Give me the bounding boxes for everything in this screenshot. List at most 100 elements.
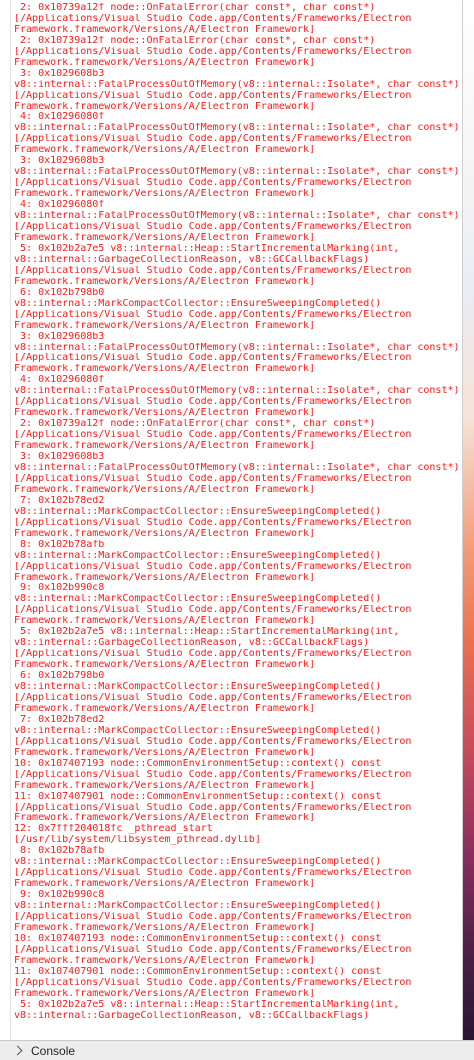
log-line: v8::internal::GarbageCollectionReason, v…: [14, 1010, 370, 1021]
log-line: 3: 0x1029608b3: [14, 156, 105, 167]
log-line: v8::internal::MarkCompactCollector::Ensu…: [14, 506, 382, 517]
log-line: [/Applications/Visual Studio Code.app/Co…: [14, 397, 412, 408]
log-line: [/Applications/Visual Studio Code.app/Co…: [14, 944, 412, 955]
log-line: 2: 0x10739a12f node::OnFatalError(char c…: [14, 419, 376, 430]
log-line: Framework.framework/Versions/A/Electron …: [14, 572, 316, 583]
log-line: 10: 0x107407193 node::CommonEnvironmentS…: [14, 933, 382, 944]
console-drawer-bar[interactable]: Console: [0, 1040, 474, 1060]
log-line: [/Applications/Visual Studio Code.app/Co…: [14, 649, 412, 660]
log-line: 8: 0x102b78afb: [14, 846, 105, 857]
log-line: 6: 0x102b798b0: [14, 671, 105, 682]
log-line: Framework.framework/Versions/A/Electron …: [14, 616, 316, 627]
log-line: [/Applications/Visual Studio Code.app/Co…: [14, 353, 412, 364]
log-line: v8::internal::MarkCompactCollector::Ensu…: [14, 901, 382, 912]
log-line: 9: 0x102b990c8: [14, 583, 105, 594]
log-line: Framework.framework/Versions/A/Electron …: [14, 276, 316, 287]
log-line: v8::internal::MarkCompactCollector::Ensu…: [14, 682, 382, 693]
log-line: v8::internal::MarkCompactCollector::Ensu…: [14, 550, 382, 561]
log-line: 4: 0x10296080f: [14, 375, 105, 386]
log-line: [/Applications/Visual Studio Code.app/Co…: [14, 13, 412, 24]
log-line: 10: 0x107407193 node::CommonEnvironmentS…: [14, 758, 382, 769]
log-line: [/Applications/Visual Studio Code.app/Co…: [14, 561, 412, 572]
log-line: [/Applications/Visual Studio Code.app/Co…: [14, 265, 412, 276]
log-line: Framework.framework/Versions/A/Electron …: [14, 24, 316, 35]
log-line: Framework.framework/Versions/A/Electron …: [14, 813, 316, 824]
log-line: [/Applications/Visual Studio Code.app/Co…: [14, 517, 412, 528]
log-gutter: [10, 0, 11, 1040]
log-line: 6: 0x102b798b0: [14, 287, 105, 298]
log-line: v8::internal::FatalProcessOutOfMemory(v8…: [14, 167, 460, 178]
log-line: [/Applications/Visual Studio Code.app/Co…: [14, 693, 412, 703]
log-line: Framework.framework/Versions/A/Electron …: [14, 320, 316, 331]
log-line: [/Applications/Visual Studio Code.app/Co…: [14, 605, 412, 616]
log-line: Framework.framework/Versions/A/Electron …: [14, 408, 316, 419]
log-line: Framework.framework/Versions/A/Electron …: [14, 780, 316, 791]
log-line: v8::internal::GarbageCollectionReason, v…: [14, 254, 370, 265]
log-line: Framework.framework/Versions/A/Electron …: [14, 441, 316, 452]
log-line: Framework.framework/Versions/A/Electron …: [14, 484, 316, 495]
log-line: [/Applications/Visual Studio Code.app/Co…: [14, 736, 412, 747]
log-line: [/Applications/Visual Studio Code.app/Co…: [14, 222, 412, 233]
log-line: 8: 0x102b78afb: [14, 539, 105, 550]
log-line: 2: 0x10739a12f node::OnFatalError(char c…: [14, 35, 376, 46]
log-line: [/Applications/Visual Studio Code.app/Co…: [14, 473, 412, 484]
log-line: Framework.framework/Versions/A/Electron …: [14, 101, 316, 112]
log-line: v8::internal::FatalProcessOutOfMemory(v8…: [14, 79, 460, 90]
log-line: [/Applications/Visual Studio Code.app/Co…: [14, 178, 412, 189]
log-line: Framework.framework/Versions/A/Electron …: [14, 747, 316, 758]
log-line: v8::internal::MarkCompactCollector::Ensu…: [14, 725, 382, 736]
log-line: v8::internal::GarbageCollectionReason, v…: [14, 638, 370, 649]
console-label: Console: [31, 1043, 76, 1058]
log-line: Framework.framework/Versions/A/Electron …: [14, 879, 316, 890]
log-line: [/Applications/Visual Studio Code.app/Co…: [14, 309, 412, 320]
log-line: [/Applications/Visual Studio Code.app/Co…: [14, 977, 412, 988]
log-line: v8::internal::MarkCompactCollector::Ensu…: [14, 594, 382, 605]
log-line: 11: 0x107407901 node::CommonEnvironmentS…: [14, 966, 382, 977]
log-line: Framework.framework/Versions/A/Electron …: [14, 660, 316, 671]
log-line: [/Applications/Visual Studio Code.app/Co…: [14, 868, 412, 879]
log-line: [/Applications/Visual Studio Code.app/Co…: [14, 912, 412, 923]
log-line: 11: 0x107407901 node::CommonEnvironmentS…: [14, 791, 382, 802]
log-line: 5: 0x102b2a7e5 v8::internal::Heap::Start…: [14, 999, 400, 1010]
log-line: Framework.framework/Versions/A/Electron …: [14, 57, 316, 68]
log-line: Framework.framework/Versions/A/Electron …: [14, 189, 316, 200]
log-line: v8::internal::FatalProcessOutOfMemory(v8…: [14, 342, 460, 353]
log-line: [/Applications/Visual Studio Code.app/Co…: [14, 802, 412, 813]
log-line: 12: 0x7fff204018fc _pthread_start: [14, 824, 213, 835]
log-line: v8::internal::MarkCompactCollector::Ensu…: [14, 857, 382, 868]
log-line: v8::internal::FatalProcessOutOfMemory(v8…: [14, 386, 460, 397]
log-line: Framework.framework/Versions/A/Electron …: [14, 364, 316, 375]
log-line: Framework.framework/Versions/A/Electron …: [14, 145, 316, 156]
log-line: 5: 0x102b2a7e5 v8::internal::Heap::Start…: [14, 627, 400, 638]
log-line: 5: 0x102b2a7e5 v8::internal::Heap::Start…: [14, 243, 400, 254]
log-line: 4: 0x10296080f: [14, 200, 105, 211]
log-line: [/Applications/Visual Studio Code.app/Co…: [14, 90, 412, 101]
log-line: [/Applications/Visual Studio Code.app/Co…: [14, 430, 412, 441]
log-line: 3: 0x1029608b3: [14, 331, 105, 342]
log-line: Framework.framework/Versions/A/Electron …: [14, 955, 316, 966]
log-line: v8::internal::MarkCompactCollector::Ensu…: [14, 298, 382, 309]
log-line: 4: 0x10296080f: [14, 112, 105, 123]
log-line: v8::internal::FatalProcessOutOfMemory(v8…: [14, 123, 460, 134]
log-line: 9: 0x102b990c8: [14, 890, 105, 901]
log-line: [/usr/lib/system/libsystem_pthread.dylib…: [14, 835, 261, 846]
log-line: v8::internal::FatalProcessOutOfMemory(v8…: [14, 462, 460, 473]
log-line: 3: 0x1029608b3: [14, 68, 105, 79]
log-line: Framework.framework/Versions/A/Electron …: [14, 923, 316, 934]
log-line: 2: 0x10739a12f node::OnFatalError(char c…: [14, 2, 376, 13]
log-line: [/Applications/Visual Studio Code.app/Co…: [14, 769, 412, 780]
error-log-output[interactable]: Framework.framework/Versions/A/Electron …: [0, 0, 463, 1040]
log-line: 7: 0x102b78ed2: [14, 495, 105, 506]
log-lines: Framework.framework/Versions/A/Electron …: [14, 0, 460, 1022]
log-line: Framework.framework/Versions/A/Electron …: [14, 988, 316, 999]
log-line: Framework.framework/Versions/A/Electron …: [14, 232, 316, 243]
log-line: 7: 0x102b78ed2: [14, 714, 105, 725]
log-line: Framework.framework/Versions/A/Electron …: [14, 528, 316, 539]
log-line: v8::internal::FatalProcessOutOfMemory(v8…: [14, 211, 460, 222]
chevron-right-icon[interactable]: [12, 1045, 23, 1056]
background-window-edge: [463, 0, 474, 1040]
log-line: [/Applications/Visual Studio Code.app/Co…: [14, 134, 412, 145]
log-line: [/Applications/Visual Studio Code.app/Co…: [14, 46, 412, 57]
log-line: 3: 0x1029608b3: [14, 452, 105, 463]
log-line: Framework.framework/Versions/A/Electron …: [14, 703, 316, 714]
